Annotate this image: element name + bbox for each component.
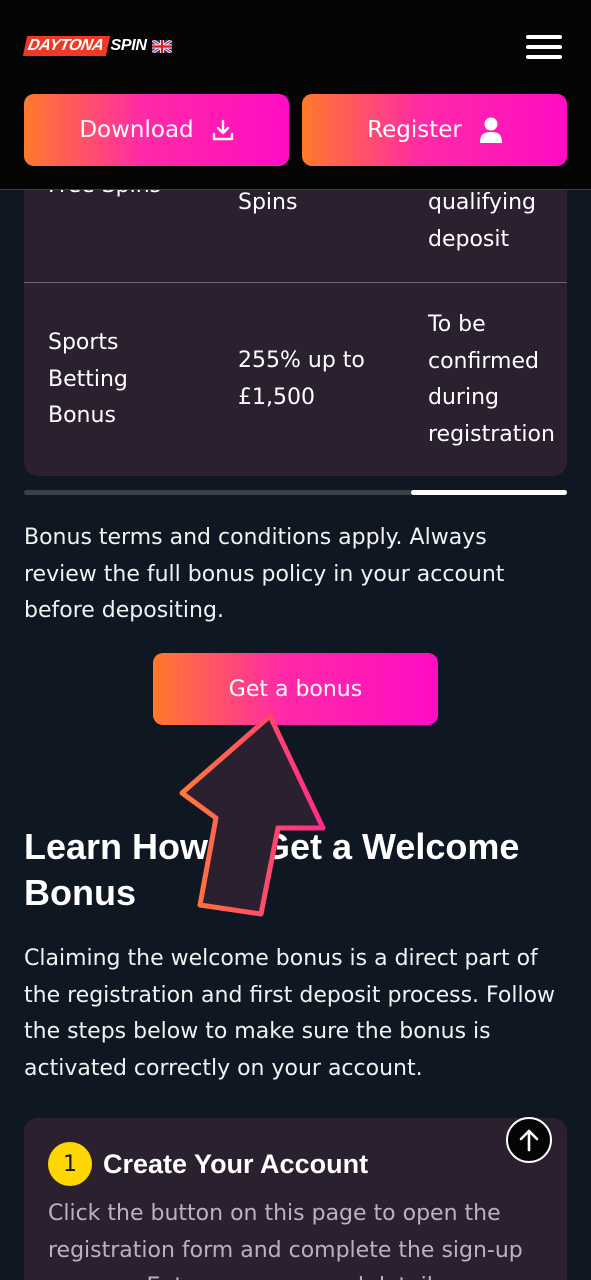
table-cell-amount: 255% up to £1,500 (238, 348, 365, 410)
hamburger-menu-icon[interactable] (526, 35, 562, 59)
burger-line (526, 35, 562, 39)
register-button-label: Register (367, 117, 462, 143)
step-number-badge: 1 (48, 1142, 92, 1186)
download-button[interactable]: Download (24, 94, 289, 166)
section-intro-text: Claiming the welcome bonus is a direct p… (24, 946, 556, 1081)
register-button[interactable]: Register (302, 94, 567, 166)
download-button-label: Download (79, 117, 194, 143)
step-text: Click the button on this page to open th… (48, 1201, 523, 1280)
logo-spin-text: SPIN (110, 37, 147, 54)
bonus-terms-text: Bonus terms and conditions apply. Always… (24, 525, 505, 623)
bonus-table: Free Spins Spins qualifying deposit Spor… (24, 150, 567, 476)
section-title: Learn How to Get a Welcome Bonus (24, 826, 520, 913)
scrollbar-thumb[interactable] (411, 490, 567, 495)
arrow-up-icon (519, 1129, 539, 1152)
logo-daytona-text: DAYTONA (22, 36, 110, 56)
table-cell-amount-partial: Spins (238, 190, 298, 215)
user-icon (479, 117, 502, 143)
download-icon (212, 119, 233, 141)
burger-line (526, 45, 562, 49)
burger-line (526, 55, 562, 59)
uk-flag-icon (151, 39, 172, 53)
step-card: 1 Create Your Account Click the button o… (24, 1118, 567, 1280)
table-row-divider (24, 282, 567, 283)
scroll-to-top-button[interactable] (506, 1117, 552, 1163)
step-title: Create Your Account (103, 1149, 369, 1179)
table-cell-code: To be confirmed during registration (428, 312, 555, 447)
table-horizontal-scrollbar[interactable] (24, 490, 567, 495)
site-header: DAYTONA SPIN Download Register (0, 0, 591, 190)
table-cell-code-partial: qualifying deposit (428, 190, 537, 252)
daytona-spin-logo[interactable]: DAYTONA SPIN (22, 36, 172, 56)
get-bonus-button[interactable]: Get a bonus (153, 653, 438, 725)
table-cell-type: Sports Betting Bonus (48, 330, 128, 428)
